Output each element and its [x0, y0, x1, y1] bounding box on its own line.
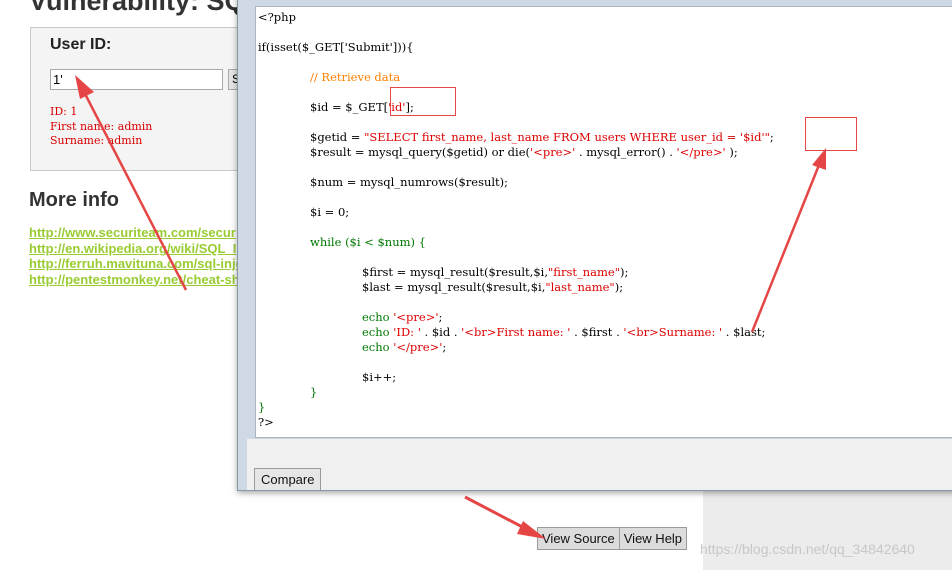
red-annotation-arrow [464, 495, 546, 539]
red-annotation-arrow [750, 148, 826, 333]
red-annotation-arrow [75, 75, 188, 291]
annotation-arrows [75, 75, 826, 539]
